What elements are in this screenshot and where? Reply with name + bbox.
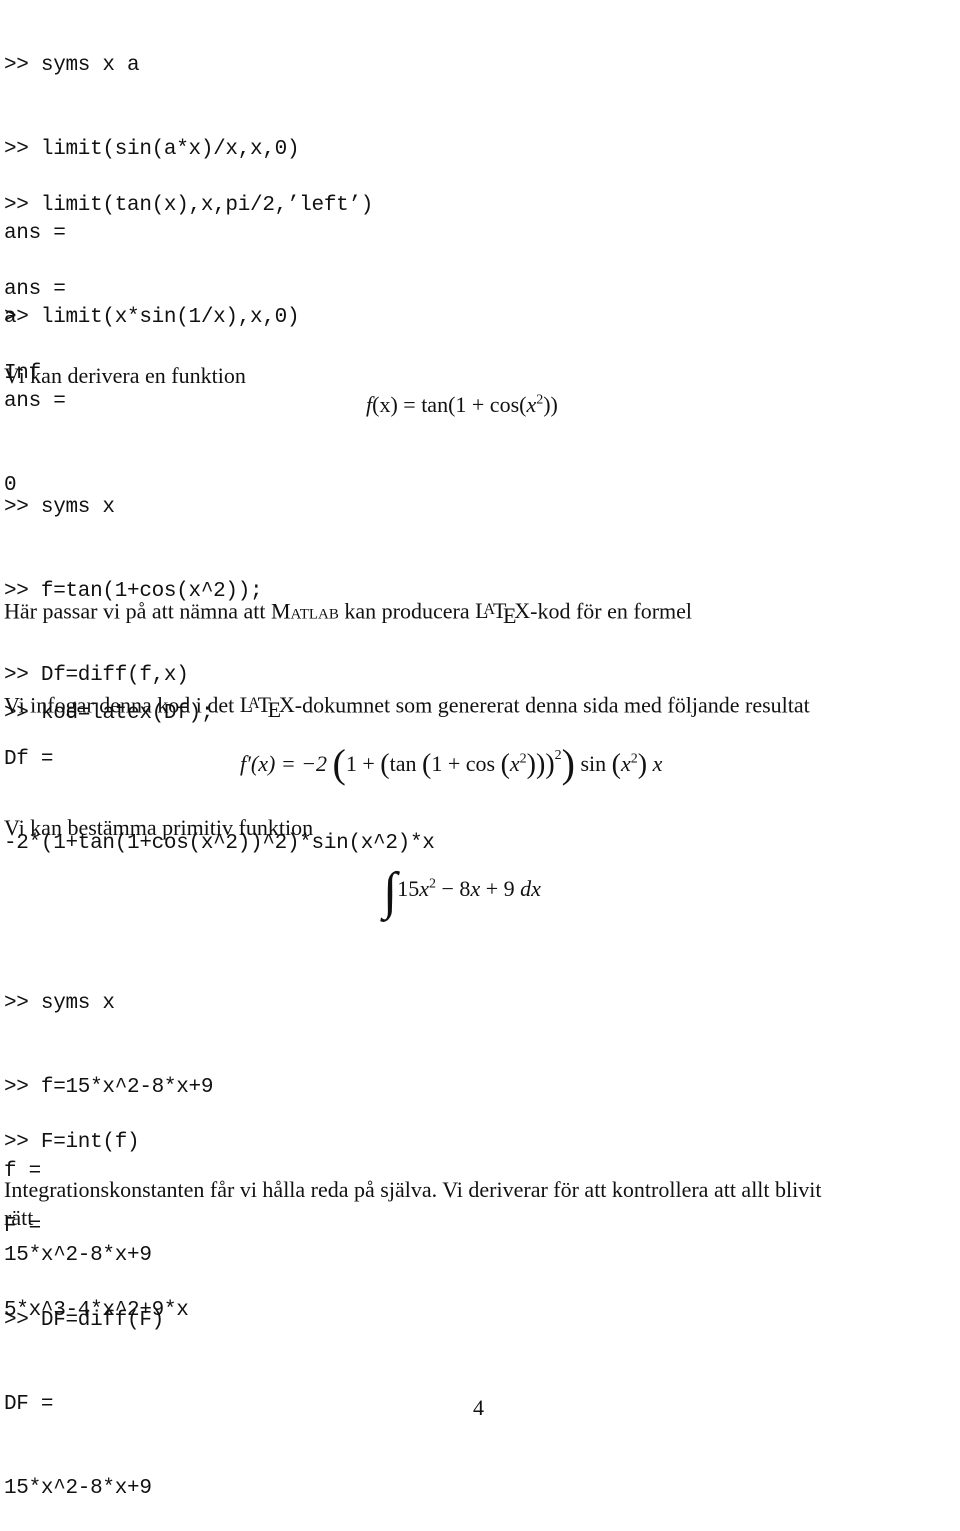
math-text: = tan(1 + cos( <box>397 392 527 417</box>
code-line: ans = <box>4 390 66 413</box>
code-block-check-diff: >> DF=diff(F) DF = 15*x^2-8*x+9 <box>4 1251 164 1531</box>
math-text: 1 + <box>345 751 381 776</box>
math-var: x <box>470 876 481 901</box>
math-var: x <box>509 751 520 776</box>
paragraph-matlab-latex: Här passar vi på att nämna att Matlab ka… <box>4 596 692 630</box>
math-exponent: 2 <box>519 751 527 767</box>
code-line: DF = <box>4 1393 54 1416</box>
code-line: >> syms x <box>4 992 115 1015</box>
code-line: 15*x^2-8*x+9 <box>4 1477 152 1500</box>
math-text: sin <box>580 751 612 776</box>
text: -dokumnet som genererat denna sida med f… <box>294 692 810 718</box>
formula-derivative: f′(x) = −2 (1 + (tan (1 + cos (x2)))2) s… <box>240 740 662 787</box>
math-text: + 9 <box>480 876 521 901</box>
paragraph-integration-constant: Integrationskonstanten får vi hålla reda… <box>4 1176 821 1232</box>
code-line: >> syms x a <box>4 54 140 77</box>
math-var: x <box>652 751 663 776</box>
paren: ( <box>332 741 346 786</box>
math-text: tan <box>389 751 423 776</box>
paren: ) <box>637 749 648 780</box>
matlab-name: Matlab <box>270 598 339 624</box>
math-var: x <box>621 751 631 776</box>
math-close: )) <box>543 392 558 417</box>
math-exponent: 2 <box>429 876 437 892</box>
paren: ))) <box>526 749 555 780</box>
math-text: 15 <box>397 876 420 901</box>
text-line: Integrationskonstanten får vi hålla reda… <box>4 1177 822 1202</box>
formula-function: f(x) = tan(1 + cos(x2)) <box>366 392 558 418</box>
math-text: − 8 <box>436 876 471 901</box>
code-line: >> DF=diff(F) <box>4 1309 164 1332</box>
latex-logo: LATEX <box>475 598 531 629</box>
paren: ( <box>380 749 390 780</box>
math-arg: (x) <box>372 392 398 417</box>
math-var: x <box>526 392 537 417</box>
code-line: >> syms x <box>4 496 115 519</box>
paren: ( <box>500 749 510 780</box>
math-exponent: 2 <box>554 748 562 763</box>
paren: ( <box>422 749 432 780</box>
text-line: rätt <box>4 1205 34 1230</box>
math-lhs: f′(x) = −2 <box>240 751 328 776</box>
paragraph-derive: Vi kan derivera en funktion <box>4 363 246 388</box>
paragraph-primitive: Vi kan bestämma primitiv funktion <box>4 815 314 840</box>
math-var: x <box>419 876 430 901</box>
paragraph-insert: Vi infogar denna kod i det LATEX-dokumne… <box>4 690 810 724</box>
latex-logo: LATEX <box>239 692 295 723</box>
formula-integral: ∫15x2 − 8x + 9 dx <box>383 862 541 921</box>
code-line: >> F=int(f) <box>4 1131 140 1154</box>
math-exponent: 2 <box>630 751 638 767</box>
math-var: dx <box>520 876 541 901</box>
text: Här passar vi på att nämna att <box>4 598 271 624</box>
text: Vi infogar denna kod i det <box>4 692 240 718</box>
math-text: 1 + cos <box>431 751 501 776</box>
text: kan producera <box>338 598 476 624</box>
code-line: >> limit(tan(x),x,pi/2,’left’) <box>4 194 374 217</box>
integral-icon: ∫ <box>383 863 398 920</box>
page-number: 4 <box>473 1395 484 1420</box>
text: -kod för en formel <box>530 598 693 624</box>
code-line: >> limit(x*sin(1/x),x,0) <box>4 306 300 329</box>
paren: ) <box>561 741 575 786</box>
paren: ( <box>611 749 621 780</box>
